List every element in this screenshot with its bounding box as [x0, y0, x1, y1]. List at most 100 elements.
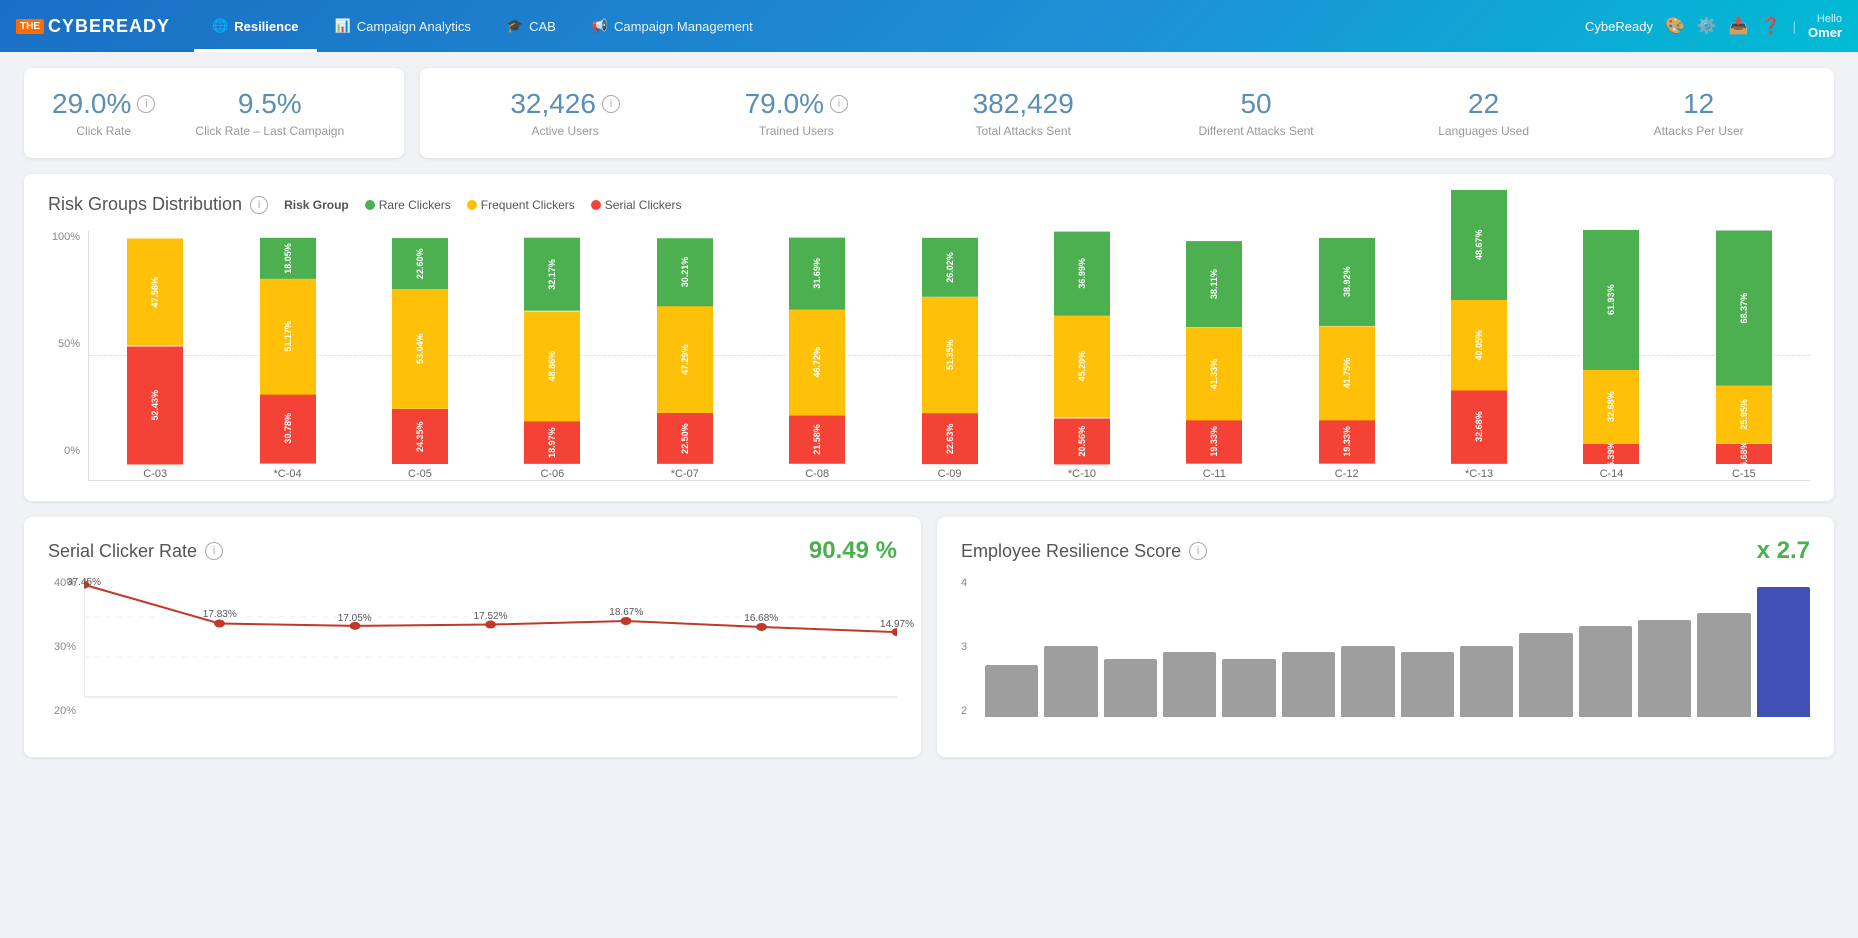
bar-stack: 19.33%41.75%38.92%	[1319, 238, 1375, 464]
stats-card-metrics: 32,426i Active Users 79.0%i Trained User…	[420, 68, 1834, 158]
stat-value-1: 79.0%i	[745, 88, 848, 120]
bar-stack: 22.63%51.35%26.02%	[922, 238, 978, 464]
serial-clicker-card: Serial Clicker Rate i 90.49 % 40% 30% 20…	[24, 517, 921, 757]
main-content: 29.0% i Click Rate 9.5% Click Rate – Las…	[0, 52, 1858, 773]
er-info-icon[interactable]: i	[1189, 542, 1207, 560]
bar-group[interactable]: 22.63%51.35%26.02%C-09	[887, 238, 1011, 480]
bar-seg-yellow: 48.86%	[524, 311, 580, 421]
logo-text: CYBEREADY	[48, 16, 170, 37]
bar-seg-green: 26.02%	[922, 238, 978, 297]
nav-item-campaign-analytics[interactable]: 📊 Campaign Analytics	[317, 0, 489, 52]
bar-seg-red: 21.58%	[789, 415, 845, 464]
palette-icon[interactable]: 🎨	[1665, 16, 1685, 36]
bar-stack: 30.78%51.17%18.05%	[260, 238, 316, 464]
stat-value-4: 22	[1438, 88, 1529, 120]
bar-seg-green: 18.05%	[260, 238, 316, 279]
stat-label-2: Total Attacks Sent	[973, 124, 1074, 138]
bar-group[interactable]: 30.78%51.17%18.05%*C-04	[225, 238, 349, 480]
frequent-dot	[467, 200, 477, 210]
line-chart: 40% 30% 20%	[48, 577, 897, 737]
dp-label-3: 17.52%	[474, 611, 508, 622]
bar-seg-green: 61.93%	[1583, 230, 1639, 370]
risk-chart-info-icon[interactable]: i	[250, 196, 268, 214]
bar-seg-yellow: 32.68%	[1583, 370, 1639, 444]
grad-icon: 🎓	[507, 18, 523, 34]
bar-group[interactable]: 19.33%41.33%38.11% C-11	[1152, 241, 1276, 480]
inbox-icon[interactable]: 📥	[1729, 16, 1749, 36]
bar-seg-green: 32.17%	[524, 238, 580, 311]
er-bars-container	[985, 577, 1810, 717]
stat-value-2: 382,429	[973, 88, 1074, 120]
bar-label: *C-10	[1068, 468, 1096, 480]
bar-seg-red: 18.97%	[524, 421, 580, 464]
bar-seg-red: 52.43%	[127, 346, 183, 464]
dp-label-1: 17.83%	[203, 609, 237, 620]
er-y-axis: 4 3 2	[961, 577, 981, 717]
stat-item-2: 382,429 Total Attacks Sent	[973, 88, 1074, 138]
stat-click-rate: 29.0% i Click Rate	[52, 88, 155, 138]
stat-value-0: 32,426i	[510, 88, 620, 120]
bar-group[interactable]: 22.50%47.29%30.21%*C-07	[623, 238, 747, 480]
gear-icon[interactable]: ⚙️	[1697, 16, 1717, 36]
stat-item-0: 32,426i Active Users	[510, 88, 620, 138]
nav-item-campaign-management[interactable]: 📢 Campaign Management	[574, 0, 771, 52]
stat-value-5: 12	[1654, 88, 1744, 120]
stat-label-0: Active Users	[510, 124, 620, 138]
bar-stack: 5.68%25.95%68.37%	[1716, 231, 1772, 464]
stat-item-1: 79.0%i Trained Users	[745, 88, 848, 138]
bar-label: C-15	[1732, 468, 1756, 480]
bar-group[interactable]: 52.43%47.56%C-03	[93, 238, 217, 480]
bar-label: C-11	[1203, 468, 1226, 480]
bar-stack: 5.39%32.68%61.93%	[1583, 230, 1639, 464]
er-bar	[1460, 646, 1513, 718]
nav-right: CybeReady 🎨 ⚙️ 📥 ❓ | Hello Omer	[1585, 13, 1842, 40]
stats-card-click-rates: 29.0% i Click Rate 9.5% Click Rate – Las…	[24, 68, 404, 158]
nav-item-cab[interactable]: 🎓 CAB	[489, 0, 574, 52]
bar-seg-yellow: 40.05%	[1451, 300, 1507, 391]
bar-label: C-03	[143, 468, 167, 480]
click-rate-info-icon[interactable]: i	[137, 95, 155, 113]
bar-seg-yellow: 41.75%	[1319, 326, 1375, 420]
serial-clicker-info-icon[interactable]: i	[205, 542, 223, 560]
bar-group[interactable]: 19.33%41.75%38.92% C-12	[1285, 238, 1409, 480]
risk-groups-chart-card: Risk Groups Distribution i Risk Group Ra…	[24, 174, 1834, 501]
bar-seg-red: 24.35%	[392, 409, 448, 464]
bar-label: C-06	[540, 468, 564, 480]
bar-seg-red: 19.33%	[1319, 420, 1375, 464]
bar-group[interactable]: 32.68%40.05%48.67%*C-13	[1417, 190, 1541, 480]
bar-seg-yellow: 47.29%	[657, 306, 713, 413]
stat-item-5: 12 Attacks Per User	[1654, 88, 1744, 138]
er-bar	[1282, 652, 1335, 717]
lc-svg-area: 37.45% 17.83% 17.05% 17.52% 18.67% 16.68…	[84, 577, 897, 717]
er-chart: 4 3 2	[961, 577, 1810, 737]
bottom-row: Serial Clicker Rate i 90.49 % 40% 30% 20…	[24, 517, 1834, 757]
stat-info-icon-1[interactable]: i	[830, 95, 848, 113]
er-bar	[1104, 659, 1157, 718]
stat-info-icon-0[interactable]: i	[602, 95, 620, 113]
legend-serial: Serial Clickers	[591, 198, 682, 212]
bar-seg-red: 32.68%	[1451, 390, 1507, 464]
stat-item-4: 22 Languages Used	[1438, 88, 1529, 138]
bar-group[interactable]: 18.97%48.86%32.17% C-06	[490, 238, 614, 480]
bar-seg-green: 48.67%	[1451, 190, 1507, 300]
nav-item-resilience[interactable]: 🌐 Resilience	[194, 0, 317, 52]
bar-label: C-12	[1335, 468, 1359, 480]
help-icon[interactable]: ❓	[1761, 16, 1781, 36]
serial-dot	[591, 200, 601, 210]
bar-group[interactable]: 21.58%46.72%31.69%C-08	[755, 238, 879, 480]
bar-group[interactable]: 20.56%45.29%36.99% *C-10	[1020, 232, 1144, 480]
bar-seg-green: 38.92%	[1319, 238, 1375, 326]
bar-group[interactable]: 24.35%53.04%22.60%C-05	[358, 238, 482, 480]
bar-seg-yellow: 51.35%	[922, 297, 978, 413]
logo[interactable]: THE CYBEREADY	[16, 16, 170, 37]
bar-seg-red: 20.56%	[1054, 418, 1110, 464]
bar-seg-green: 36.99%	[1054, 232, 1110, 316]
bar-stack: 19.33%41.33%38.11%	[1186, 241, 1242, 464]
bar-stack: 20.56%45.29%36.99%	[1054, 232, 1110, 464]
click-rate-value: 29.0% i	[52, 88, 155, 120]
dp-label-2: 17.05%	[338, 613, 372, 624]
bar-label: C-08	[805, 468, 829, 480]
er-bar	[1341, 646, 1394, 718]
rare-dot	[365, 200, 375, 210]
er-bar	[1222, 659, 1275, 718]
